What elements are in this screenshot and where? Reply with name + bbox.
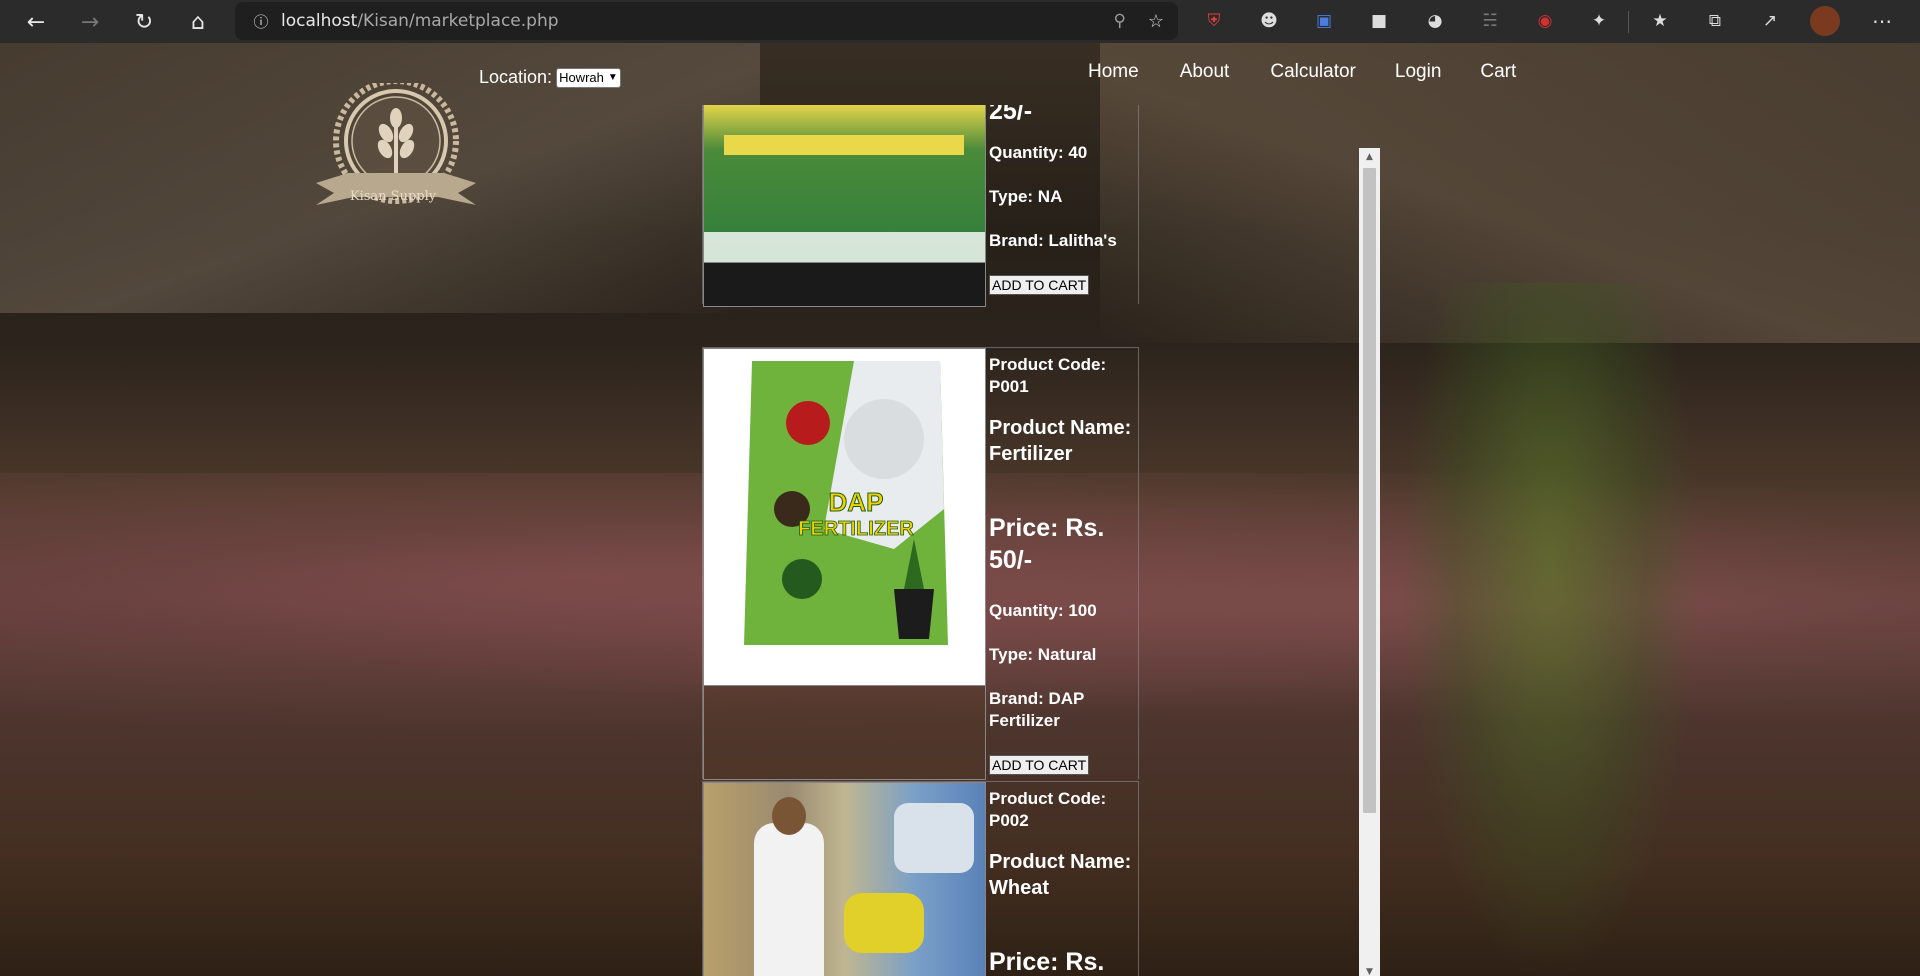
extensions-icon[interactable]: ✦ (1584, 6, 1614, 36)
product-scroll-panel[interactable]: 25/- Quantity: 40 Type: NA Brand: Lalith… (702, 105, 1380, 976)
shield-extension-icon[interactable]: ⛨ (1199, 6, 1229, 36)
product-price: 25/- (989, 105, 1033, 125)
rice-bag-bottom (704, 232, 985, 262)
svg-text:DAP: DAP (829, 487, 884, 517)
home-icon[interactable]: ⌂ (176, 2, 220, 42)
product-image: DAP FERTILIZER (703, 348, 986, 686)
rice-bag-label (724, 135, 964, 155)
off-extension-icon[interactable]: ◕ (1420, 6, 1450, 36)
product-image-gap (703, 263, 986, 307)
nav-about[interactable]: About (1180, 61, 1230, 83)
product-brand: Brand: DAP Fertilizer (989, 689, 1085, 730)
toolbar-divider (1628, 11, 1629, 33)
product-name: Product Name: Fertilizer (989, 417, 1132, 465)
nav-login[interactable]: Login (1395, 61, 1442, 83)
nav-calculator[interactable]: Calculator (1270, 61, 1356, 83)
scrollbar-thumb[interactable] (1363, 168, 1376, 813)
zoom-icon[interactable]: ⚲ (1114, 11, 1126, 31)
product-row: 25/- Quantity: 40 Type: NA Brand: Lalith… (702, 105, 1139, 307)
back-icon[interactable]: ← (14, 2, 58, 42)
location-select[interactable]: Howrah ▼ (556, 67, 621, 88)
collections-icon[interactable]: ⧉ (1700, 6, 1730, 36)
dap-fertilizer-bag-icon: DAP FERTILIZER (744, 361, 948, 645)
product-type: Type: Natural (989, 645, 1097, 664)
wheat-logo-icon (316, 78, 476, 205)
location-label: Location: (479, 67, 553, 87)
nav-home[interactable]: Home (1088, 61, 1139, 83)
favorites-icon[interactable]: ★ (1645, 6, 1675, 36)
add-to-cart-button[interactable]: ADD TO CART (989, 275, 1090, 295)
main-nav: Home About Calculator Login Cart (1070, 61, 1516, 83)
site-logo[interactable]: Kisan Supply (308, 78, 478, 228)
refresh-icon[interactable]: ↻ (122, 2, 166, 42)
product-type: Type: NA (989, 187, 1063, 206)
vertical-scrollbar[interactable]: ▲ ▼ (1359, 148, 1380, 976)
product-code: Product Code: P001 (989, 355, 1107, 396)
product-price: Price: Rs. 50/- (989, 514, 1105, 574)
product-quantity: Quantity: 40 (989, 143, 1088, 162)
scroll-up-icon[interactable]: ▲ (1359, 148, 1380, 165)
product-code: Product Code: P002 (989, 789, 1107, 830)
product-row: Product Code: P002 Product Name: Wheat P… (702, 781, 1139, 976)
address-bar[interactable]: ⓘ localhost/Kisan/marketplace.php ⚲ ☆ (235, 2, 1178, 40)
sack-yellow (844, 893, 924, 953)
product-quantity: Quantity: 100 (989, 601, 1097, 620)
site-info-icon[interactable]: ⓘ (241, 11, 281, 32)
nav-cart[interactable]: Cart (1480, 61, 1516, 83)
window-extension-icon[interactable]: ▣ (1309, 6, 1339, 36)
product-image (703, 105, 986, 263)
product-price: Price: Rs. 30/- (989, 948, 1105, 976)
person-figure (754, 823, 824, 976)
address-url[interactable]: localhost/Kisan/marketplace.php (281, 11, 559, 31)
square-extension-icon[interactable]: ■ (1364, 6, 1394, 36)
product-brand: Brand: Lalitha's (989, 231, 1117, 250)
browser-toolbar: ← → ↻ ⌂ ⓘ localhost/Kisan/marketplace.ph… (0, 0, 1920, 43)
location-picker: Location: Howrah ▼ (479, 67, 621, 88)
sack-white (894, 803, 974, 873)
product-image-gap (703, 686, 986, 780)
cart-extension-icon[interactable]: ☵ (1475, 6, 1505, 36)
profile-avatar[interactable] (1810, 6, 1840, 36)
page-background: Kisan Supply Location: Howrah ▼ Home Abou… (0, 43, 1920, 976)
svg-text:FERTILIZER: FERTILIZER (798, 518, 914, 540)
add-favorite-icon[interactable]: ☆ (1148, 11, 1164, 32)
chevron-down-icon: ▼ (607, 72, 618, 83)
scroll-down-icon[interactable]: ▼ (1359, 963, 1380, 976)
product-row: DAP FERTILIZER Product Code: P001 Produc… (702, 347, 1139, 780)
face-extension-icon[interactable]: ☻ (1254, 6, 1284, 36)
logo-text: Kisan Supply (349, 189, 437, 204)
background-plant (1400, 283, 1700, 976)
ublock-extension-icon[interactable]: ◉ (1530, 6, 1560, 36)
forward-icon[interactable]: → (68, 2, 112, 42)
share-icon[interactable]: ↗ (1755, 6, 1785, 36)
product-list: 25/- Quantity: 40 Type: NA Brand: Lalith… (702, 105, 1359, 976)
product-name: Product Name: Wheat (989, 851, 1132, 899)
product-image (703, 782, 986, 976)
add-to-cart-button[interactable]: ADD TO CART (989, 755, 1090, 775)
person-head (772, 797, 806, 835)
more-menu-icon[interactable]: ⋯ (1867, 6, 1897, 36)
